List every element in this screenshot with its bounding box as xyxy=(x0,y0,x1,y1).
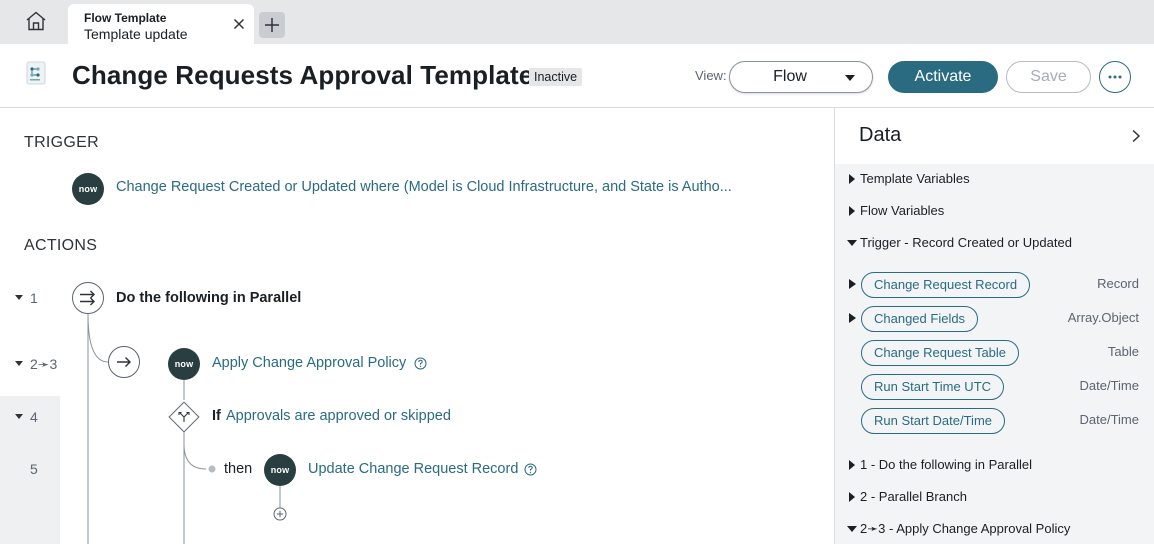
plus-icon xyxy=(265,18,279,32)
chevron-right-icon[interactable] xyxy=(1131,129,1141,143)
tree-step-2[interactable]: 2 - Parallel Branch xyxy=(847,489,967,504)
data-pill-change-request-table[interactable]: Change Request Table xyxy=(861,340,1020,366)
tree-label: Trigger - Record Created or Updated xyxy=(860,235,1072,250)
flow-template-icon xyxy=(26,61,46,85)
more-icon xyxy=(1108,75,1122,79)
chevron-down-icon[interactable] xyxy=(15,361,23,367)
page-title: Change Requests Approval Template xyxy=(72,60,534,90)
tree-trigger[interactable]: Trigger - Record Created or Updated xyxy=(847,235,1072,250)
data-pill-run-start-time-utc[interactable]: Run Start Time UTC xyxy=(861,374,1005,400)
branch-step-icon[interactable] xyxy=(108,346,140,378)
tree-label: 1 - Do the following in Parallel xyxy=(860,457,1032,472)
close-icon[interactable] xyxy=(232,17,246,31)
chevron-down-icon xyxy=(845,75,855,81)
branch-icon xyxy=(178,411,190,422)
tree-flow-variables[interactable]: Flow Variables xyxy=(847,203,944,218)
step-number: 1 xyxy=(30,290,38,306)
step-link[interactable]: Update Change Request Record xyxy=(308,461,518,477)
flow-connectors xyxy=(87,313,281,544)
caret-right-icon[interactable] xyxy=(849,279,856,289)
caret-right-icon[interactable] xyxy=(849,313,856,323)
caret-right-icon xyxy=(849,492,855,502)
caret-down-icon xyxy=(847,240,857,246)
parallel-icon xyxy=(80,290,95,306)
now-logo: now xyxy=(168,348,200,380)
tab-bar: Flow Template Template update xyxy=(0,0,1154,44)
tree-label: Flow Variables xyxy=(860,203,945,218)
step-number: 2➛3 xyxy=(30,356,58,372)
data-pill-type: Array.Object xyxy=(1067,310,1139,325)
parallel-step-icon[interactable] xyxy=(72,282,104,314)
arrow-right-icon xyxy=(117,357,131,367)
chevron-down-icon[interactable] xyxy=(15,414,23,420)
chevron-down-icon[interactable] xyxy=(15,295,23,301)
tree-label: 2 - Parallel Branch xyxy=(860,489,967,504)
activate-button[interactable]: Activate xyxy=(888,61,998,93)
tab-subtitle: Template update xyxy=(84,26,188,42)
data-panel-header: Data xyxy=(835,108,1154,164)
data-pill-changed-fields[interactable]: Changed Fields xyxy=(861,306,979,332)
data-pill-type: Date/Time xyxy=(1079,378,1139,393)
data-pill-type: Table xyxy=(1107,344,1139,359)
info-icon[interactable] xyxy=(524,463,537,476)
if-label: If xyxy=(212,408,221,424)
step-number: 4 xyxy=(30,409,38,425)
data-panel-title: Data xyxy=(859,124,902,146)
view-select[interactable]: Flow xyxy=(729,61,873,93)
condition-link[interactable]: Approvals are approved or skipped xyxy=(226,408,451,424)
caret-down-icon xyxy=(847,526,857,532)
now-logo: now xyxy=(264,454,296,486)
data-pill-type: Record xyxy=(1097,276,1139,291)
data-pill-type: Date/Time xyxy=(1079,412,1139,427)
tree-label: 2➛3 - Apply Change Approval Policy xyxy=(860,521,1071,536)
status-badge: Inactive xyxy=(529,68,583,86)
save-button[interactable]: Save xyxy=(1006,61,1091,93)
caret-right-icon xyxy=(849,206,855,216)
view-label: View: xyxy=(695,68,727,83)
flow-canvas: TRIGGER now Change Request Created or Up… xyxy=(0,108,834,544)
step-label[interactable]: Do the following in Parallel xyxy=(116,290,301,306)
home-button[interactable] xyxy=(20,6,52,36)
tab-title: Flow Template xyxy=(84,11,167,25)
tree-step-1[interactable]: 1 - Do the following in Parallel xyxy=(847,457,1032,472)
step-link[interactable]: Apply Change Approval Policy xyxy=(212,355,406,371)
tab-flow-template[interactable]: Flow Template Template update xyxy=(68,4,254,44)
add-circle-icon[interactable] xyxy=(273,507,287,521)
step-number: 5 xyxy=(30,461,38,477)
flow-header: Change Requests Approval Template Inacti… xyxy=(0,44,1154,108)
tree-step-2-3[interactable]: 2➛3 - Apply Change Approval Policy xyxy=(847,521,1070,537)
new-tab-button[interactable] xyxy=(259,12,285,38)
tree-template-variables[interactable]: Template Variables xyxy=(847,171,970,186)
tree-label: Template Variables xyxy=(860,171,970,186)
caret-right-icon xyxy=(849,460,855,470)
home-icon xyxy=(26,11,46,31)
data-pill-change-request-record[interactable]: Change Request Record xyxy=(861,272,1031,298)
caret-right-icon xyxy=(849,174,855,184)
data-pill-run-start-datetime[interactable]: Run Start Date/Time xyxy=(861,408,1006,434)
info-icon[interactable] xyxy=(414,357,427,370)
view-select-value: Flow xyxy=(773,68,807,85)
data-panel: Data Template Variables Flow Variables T… xyxy=(834,108,1154,544)
then-label: then xyxy=(224,461,253,477)
more-actions-button[interactable] xyxy=(1099,61,1131,93)
